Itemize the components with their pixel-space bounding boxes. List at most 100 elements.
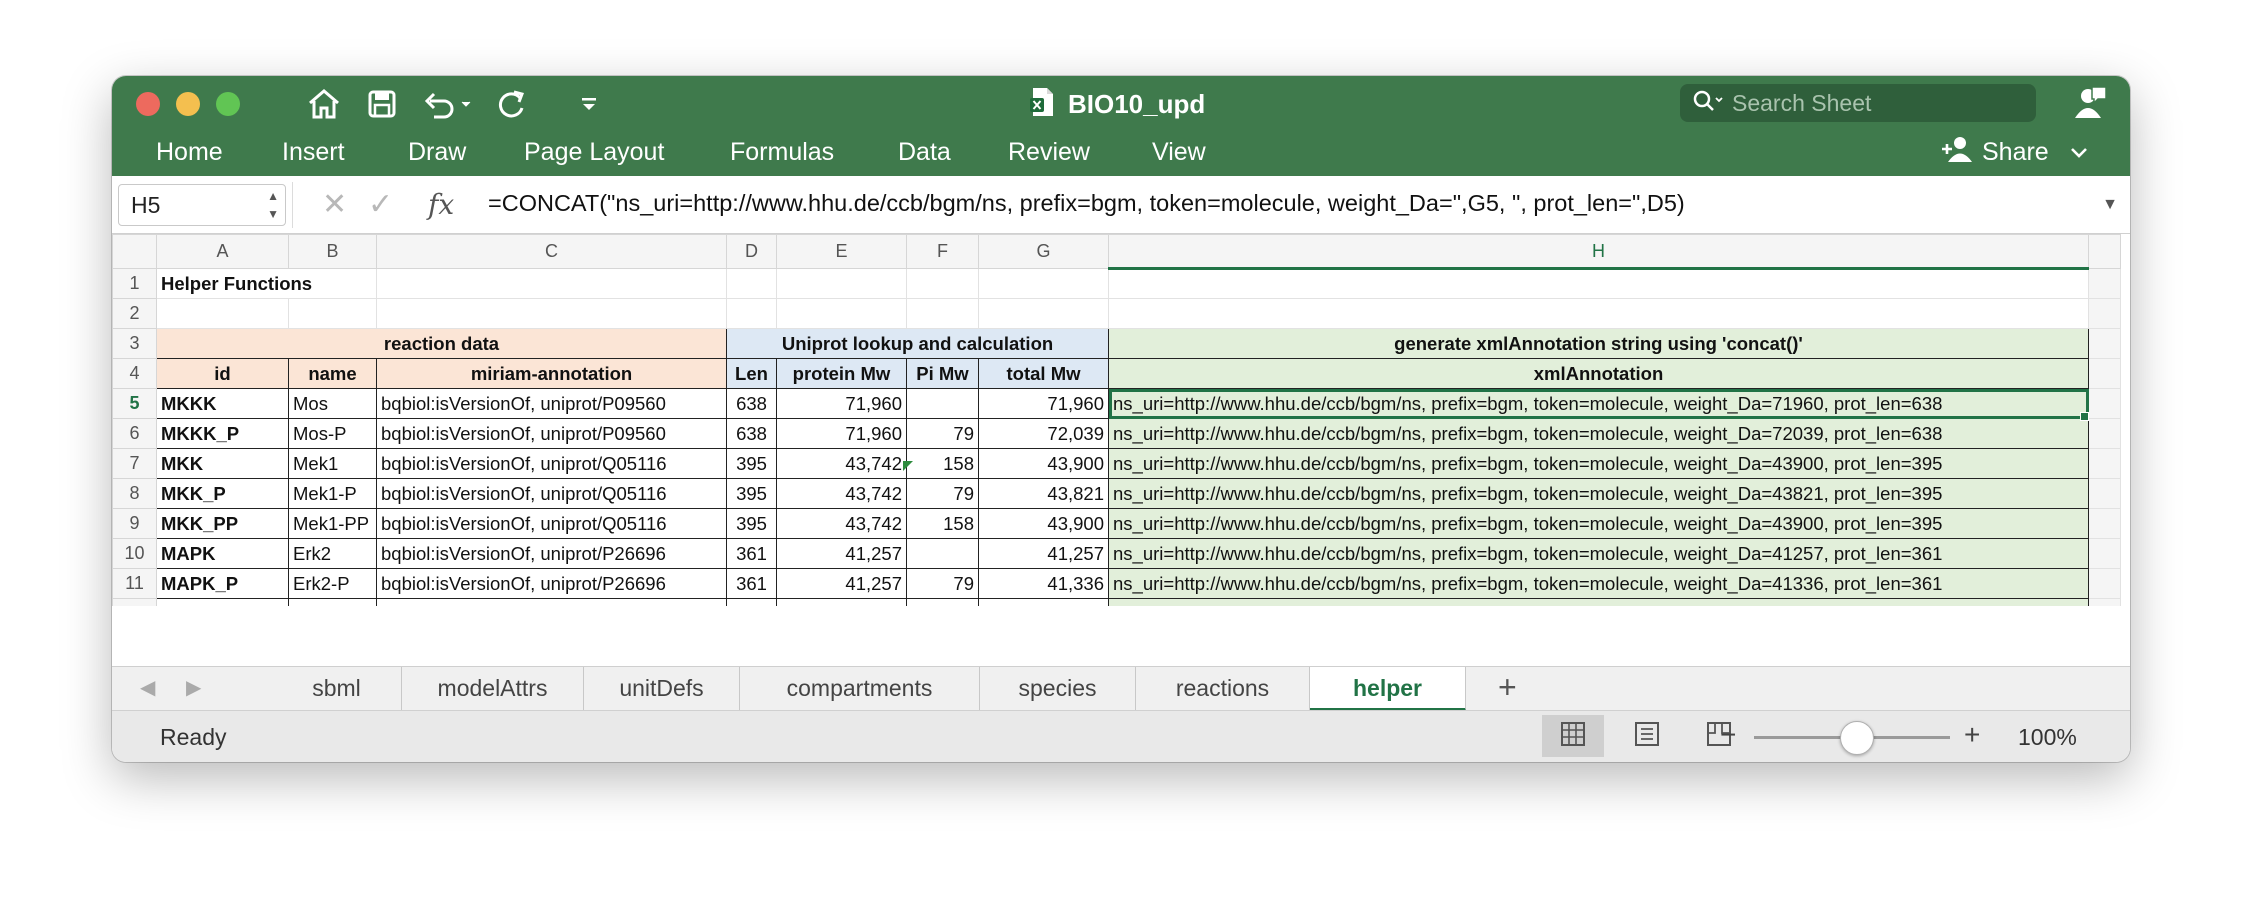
cell-name[interactable]: Mek1-PP [288,508,377,539]
normal-view-button[interactable] [1542,715,1604,757]
cell-empty[interactable] [288,298,377,329]
cell-total-mw[interactable]: 43,900 [978,448,1109,479]
cell-protein-mw[interactable]: 43,742 [776,478,907,509]
cell-len[interactable]: 638 [726,418,777,449]
cell-protein-mw[interactable]: 41,257 [776,538,907,569]
header-xmlannotation[interactable]: xmlAnnotation [1108,358,2089,389]
row-header-9[interactable]: 9 [112,508,157,539]
cell-name[interactable]: Erk2-P [288,568,377,599]
tab-data[interactable]: Data [898,138,951,167]
column-header-c[interactable]: C [376,234,727,269]
cell-empty[interactable] [2088,388,2121,419]
cell-miriam-annotation[interactable]: bqbiol:isVersionOf, uniprot/Q05116 [376,508,727,539]
cell-miriam-annotation[interactable]: bqbiol:isVersionOf, uniprot/P09560 [376,388,727,419]
cell-empty[interactable] [726,268,777,299]
cell-len[interactable]: 361 [726,598,777,606]
cell-total-mw[interactable]: 43,900 [978,508,1109,539]
tab-draw[interactable]: Draw [408,138,466,167]
cell-miriam-annotation[interactable]: bqbiol:isVersionOf, uniprot/Q05116 [376,478,727,509]
cell-empty[interactable] [978,268,1109,299]
row-header-4[interactable]: 4 [112,358,157,389]
sheet-tab-sbml[interactable]: sbml [272,667,402,711]
header-total-mw[interactable]: total Mw [978,358,1109,389]
cell-total-mw[interactable]: 43,821 [978,478,1109,509]
add-sheet-button[interactable]: + [1498,669,1517,706]
fill-handle[interactable] [2080,412,2089,421]
row-header-6[interactable]: 6 [112,418,157,449]
scroll-right-icon[interactable]: ▶ [186,675,201,700]
name-box-stepper-icon[interactable]: ▲ ▼ [267,187,279,223]
tab-review[interactable]: Review [1008,138,1090,167]
cell-protein-mw[interactable]: 41,257 [776,598,907,606]
column-header-f[interactable]: F [906,234,979,269]
tab-insert[interactable]: Insert [282,138,345,167]
cell-pi-mw[interactable]: 79 [906,418,979,449]
sheet-tab-compartments[interactable]: compartments [740,667,980,711]
cell-empty[interactable] [726,298,777,329]
cell-name[interactable]: Erk2-PP [288,598,377,606]
expand-formula-icon[interactable]: ▼ [2102,196,2118,214]
cell-total-mw[interactable]: 41,257 [978,538,1109,569]
cell-name[interactable]: Mek1-P [288,478,377,509]
cell-xmlannotation[interactable]: ns_uri=http://www.hhu.de/ccb/bgm/ns, pre… [1108,478,2089,509]
cell-xmlannotation[interactable]: ns_uri=http://www.hhu.de/ccb/bgm/ns, pre… [1108,448,2089,479]
page-layout-view-button[interactable] [1616,715,1678,757]
select-all-corner[interactable] [112,234,157,269]
cell-id[interactable]: MAPK_PP [156,598,289,606]
cell-empty[interactable] [156,298,289,329]
cell-empty[interactable] [1108,268,2089,299]
error-indicator-icon[interactable] [903,461,913,471]
cell-pi-mw[interactable]: 79 [906,568,979,599]
formula-input[interactable]: =CONCAT("ns_uri=http://www.hhu.de/ccb/bg… [488,190,1685,217]
cell-total-mw[interactable]: 71,960 [978,388,1109,419]
cell-empty[interactable] [2088,598,2121,606]
insert-function-icon[interactable]: fx [428,188,454,221]
cell-miriam-annotation[interactable]: bqbiol:isVersionOf, uniprot/Q05116 [376,448,727,479]
cell-empty[interactable] [2088,508,2121,539]
cell-xmlannotation[interactable]: ns_uri=http://www.hhu.de/ccb/bgm/ns, pre… [1108,388,2089,419]
group-header-generate[interactable]: generate xmlAnnotation string using 'con… [1108,328,2089,359]
cell-len[interactable]: 361 [726,538,777,569]
cell-protein-mw[interactable]: 41,257 [776,568,907,599]
tab-page-layout[interactable]: Page Layout [524,138,664,167]
header-pi-mw[interactable]: Pi Mw [906,358,979,389]
zoom-out-button[interactable]: − [1720,719,1736,751]
share-button[interactable]: Share [1940,134,2089,170]
enter-icon[interactable]: ✓ [368,190,393,220]
zoom-in-button[interactable]: + [1964,719,1980,751]
redo-icon[interactable] [492,84,532,124]
cell-empty[interactable] [376,268,727,299]
cell-miriam-annotation[interactable]: bqbiol:isVersionOf, uniprot/P26696 [376,538,727,569]
cell-empty[interactable] [2088,478,2121,509]
cell-empty[interactable] [2088,328,2121,359]
cell-total-mw[interactable]: 41,336 [978,568,1109,599]
zoom-slider-handle[interactable] [1840,721,1874,755]
cell-len[interactable]: 361 [726,568,777,599]
cell-miriam-annotation[interactable]: bqbiol:isVersionOf, uniprot/P26696 [376,568,727,599]
cell-empty[interactable] [776,268,907,299]
cell-len[interactable]: 395 [726,508,777,539]
header-len[interactable]: Len [726,358,777,389]
column-header-b[interactable]: B [288,234,377,269]
cell-id[interactable]: MKK_PP [156,508,289,539]
cell-empty[interactable] [2088,268,2121,299]
maximize-window-button[interactable] [216,92,240,116]
cell-miriam-annotation[interactable]: bqbiol:isVersionOf, uniprot/P09560 [376,418,727,449]
cell-id[interactable]: MAPK_P [156,568,289,599]
close-window-button[interactable] [136,92,160,116]
cancel-icon[interactable]: ✕ [322,190,347,220]
column-header-g[interactable]: G [978,234,1109,269]
undo-icon[interactable] [418,84,478,124]
cell-protein-mw[interactable]: 43,742 [776,508,907,539]
sheet-tab-modelattrs[interactable]: modelAttrs [402,667,584,711]
cell-xmlannotation[interactable]: ns_uri=http://www.hhu.de/ccb/bgm/ns, pre… [1108,508,2089,539]
cell-empty[interactable] [376,298,727,329]
cell-empty[interactable] [978,298,1109,329]
cell-empty[interactable] [2088,358,2121,389]
row-header-12[interactable]: 12 [112,598,157,606]
cell-len[interactable]: 638 [726,388,777,419]
zoom-level[interactable]: 100% [2018,724,2077,751]
header-name[interactable]: name [288,358,377,389]
row-header-2[interactable]: 2 [112,298,157,329]
header-id[interactable]: id [156,358,289,389]
